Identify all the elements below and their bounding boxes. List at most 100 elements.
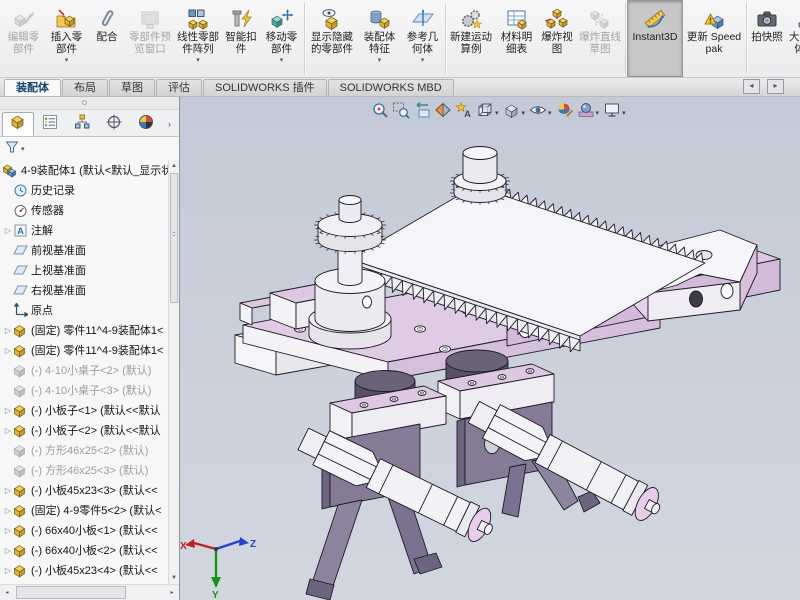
propertymanager-icon <box>41 113 59 136</box>
ribbon-button-smart-fasteners[interactable]: 智能扣件 <box>222 0 260 77</box>
tree-item[interactable]: ▷(-) 66x40小板<2> (默认<< <box>0 540 168 560</box>
ribbon-button-linear-component-pattern[interactable]: 线性零部件阵列▾ <box>174 0 222 77</box>
part-icon <box>13 503 30 518</box>
ribbon-button-bill-of-materials[interactable]: 材料明细表 <box>495 0 538 77</box>
tree-item[interactable]: 上视基准面 <box>0 260 168 280</box>
headsup-display-style-button[interactable]: ▾ <box>502 100 528 125</box>
headsup-dynamic-annotation-views-button[interactable]: A <box>454 100 474 125</box>
tree-vertical-scrollbar[interactable]: ▲ ▼ <box>168 160 179 584</box>
ribbon-button-component-preview[interactable]: 零部件预览窗口 <box>126 0 174 77</box>
tree-item[interactable]: (-) 4-10小桌子<3> (默认) <box>0 380 168 400</box>
tree-item[interactable]: ▷(固定) 零件11^4-9装配体1< <box>0 320 168 340</box>
horizontal-scroll-thumb[interactable] <box>16 586 126 599</box>
dropdown-caret-icon: ▾ <box>622 109 626 117</box>
tree-filter[interactable]: ▾ <box>0 137 179 161</box>
ribbon-button-mate[interactable]: 配合 <box>88 0 126 77</box>
ribbon-button-label: 插入零部件 <box>46 32 87 56</box>
ribbon-button-assembly-features[interactable]: 装配体特征▾ <box>358 0 401 77</box>
panel-splitter-handle[interactable] <box>0 97 179 110</box>
command-tab-评估[interactable]: 评估 <box>156 79 202 96</box>
tree-item[interactable]: 传感器 <box>0 200 168 220</box>
view-orientation-icon <box>476 101 494 124</box>
scroll-down-icon[interactable]: ▼ <box>169 572 179 584</box>
tree-item[interactable]: (-) 方形46x25<3> (默认) <box>0 460 168 480</box>
manager-tab-displaymanager[interactable] <box>130 112 162 136</box>
tree-item[interactable]: 历史记录 <box>0 180 168 200</box>
command-tab-布局[interactable]: 布局 <box>62 79 108 96</box>
ribbon-button-reference-geometry[interactable]: 参考几何体▾ <box>401 0 444 77</box>
ribbon-button-new-motion-study[interactable]: 新建运动算例 <box>447 0 495 77</box>
tree-item[interactable]: (-) 方形46x25<2> (默认) <box>0 440 168 460</box>
headsup-view-orientation-button[interactable]: ▾ <box>475 100 501 125</box>
tree-item[interactable]: (-) 4-10小桌子<2> (默认) <box>0 360 168 380</box>
tree-item[interactable]: ▷(固定) 零件11^4-9装配体1< <box>0 340 168 360</box>
ribbon-button-show-hidden-components[interactable]: 显示隐藏的零部件 <box>306 0 358 77</box>
command-tab-草图[interactable]: 草图 <box>109 79 155 96</box>
tree-horizontal-scrollbar[interactable]: ◂ ▸ <box>0 584 179 600</box>
tree-item[interactable]: ▷(-) 66x40小板<1> (默认<< <box>0 520 168 540</box>
tree-root[interactable]: 4-9装配体1 (默认<默认_显示状 <box>0 160 168 180</box>
command-tab-装配体[interactable]: 装配体 <box>4 79 61 96</box>
expand-arrow-icon[interactable]: ▷ <box>3 226 13 235</box>
headsup-apply-scene-button[interactable]: ▾ <box>576 100 602 125</box>
tree-item[interactable]: ▷(-) 小板子<1> (默认<<默认 <box>0 400 168 420</box>
command-tab-SOLIDWORKS-MBD[interactable]: SOLIDWORKS MBD <box>328 79 454 96</box>
expand-arrow-icon[interactable]: ▷ <box>3 566 13 575</box>
part-icon <box>13 363 30 378</box>
tree-item[interactable]: 右视基准面 <box>0 280 168 300</box>
headsup-edit-appearance-button[interactable] <box>555 100 575 125</box>
tree-item[interactable]: ▷(-) 小板子<2> (默认<<默认 <box>0 420 168 440</box>
ribbon-button-explode-line-sketch[interactable]: 爆炸直线草图 <box>576 0 624 77</box>
featuremanager-icon <box>9 113 27 136</box>
expand-arrow-icon[interactable]: ▷ <box>3 486 13 495</box>
part-icon <box>13 543 30 558</box>
headsup-zoom-to-area-button[interactable] <box>391 100 411 125</box>
vertical-scroll-thumb[interactable] <box>170 173 178 303</box>
ribbon-button-exploded-view[interactable]: 爆炸视图 <box>538 0 576 77</box>
expand-arrow-icon[interactable]: ▷ <box>3 346 13 355</box>
expand-arrow-icon[interactable]: ▷ <box>3 526 13 535</box>
ribbon-button-instant3d[interactable]: Instant3D <box>627 0 683 77</box>
scroll-right-icon[interactable]: ▸ <box>165 589 179 596</box>
manager-tab-featuremanager[interactable] <box>2 112 34 136</box>
graphics-viewport[interactable]: A▾▾▾▾▾ <box>180 97 800 600</box>
ribbon-button-move-component[interactable]: 移动零部件▾ <box>260 0 303 77</box>
ribbon-button-large-assembly-mode[interactable]: 大型装配体模式 <box>786 0 800 77</box>
tree-item[interactable]: ▷A注解 <box>0 220 168 240</box>
tree-item[interactable]: 前视基准面 <box>0 240 168 260</box>
manager-tab-configurationmanager[interactable] <box>66 112 98 136</box>
scroll-left-icon[interactable]: ◂ <box>0 589 14 596</box>
expand-arrow-icon[interactable]: ▷ <box>3 326 13 335</box>
command-tab-SOLIDWORKS-插件[interactable]: SOLIDWORKS 插件 <box>203 79 327 96</box>
headsup-previous-view-button[interactable] <box>412 100 432 125</box>
expand-arrow-icon[interactable]: ▷ <box>3 546 13 555</box>
ribbon-button-insert-component[interactable]: 插入零部件▾ <box>45 0 88 77</box>
headsup-zoom-to-fit-button[interactable] <box>370 100 390 125</box>
expand-arrow-icon[interactable]: ▷ <box>3 426 13 435</box>
hide-show-items-icon <box>529 101 547 124</box>
ribbon-button-edit-component[interactable]: 编辑零部件 <box>2 0 45 77</box>
part-icon <box>13 383 30 398</box>
tree-item[interactable]: ▷(-) 小板45x23<4> (默认<< <box>0 560 168 580</box>
assembly-model[interactable]: X Z Y <box>180 97 800 600</box>
ribbon-scroll-left-button[interactable]: ◂ <box>743 79 760 94</box>
ribbon-scroll-right-button[interactable]: ▸ <box>767 79 784 94</box>
tree-item[interactable]: ▷(固定) 4-9零件5<2> (默认< <box>0 500 168 520</box>
tree-item-label: 右视基准面 <box>31 282 86 298</box>
ribbon-button-update-speedpak[interactable]: 更新 Speedpak <box>683 0 745 77</box>
headsup-view-settings-button[interactable]: ▾ <box>602 100 628 125</box>
expand-arrow-icon[interactable]: ▷ <box>3 406 13 415</box>
manager-tabs-overflow-chevron[interactable]: › <box>162 112 177 136</box>
expand-arrow-icon[interactable]: ▷ <box>3 506 13 515</box>
part-icon <box>13 323 30 338</box>
manager-tab-propertymanager[interactable] <box>34 112 66 136</box>
tree-item[interactable]: ▷(-) 小板45x23<3> (默认<< <box>0 480 168 500</box>
ribbon-button-take-snapshot[interactable]: 拍快照 <box>748 0 786 77</box>
tree-item[interactable]: 原点 <box>0 300 168 320</box>
scroll-up-icon[interactable]: ▲ <box>169 160 179 172</box>
headsup-hide-show-items-button[interactable]: ▾ <box>528 100 554 125</box>
headsup-section-view-button[interactable] <box>433 100 453 125</box>
apply-scene-icon <box>577 101 595 124</box>
tree-item-label: 前视基准面 <box>31 242 86 258</box>
manager-tab-dimxpertmanager[interactable] <box>98 112 130 136</box>
